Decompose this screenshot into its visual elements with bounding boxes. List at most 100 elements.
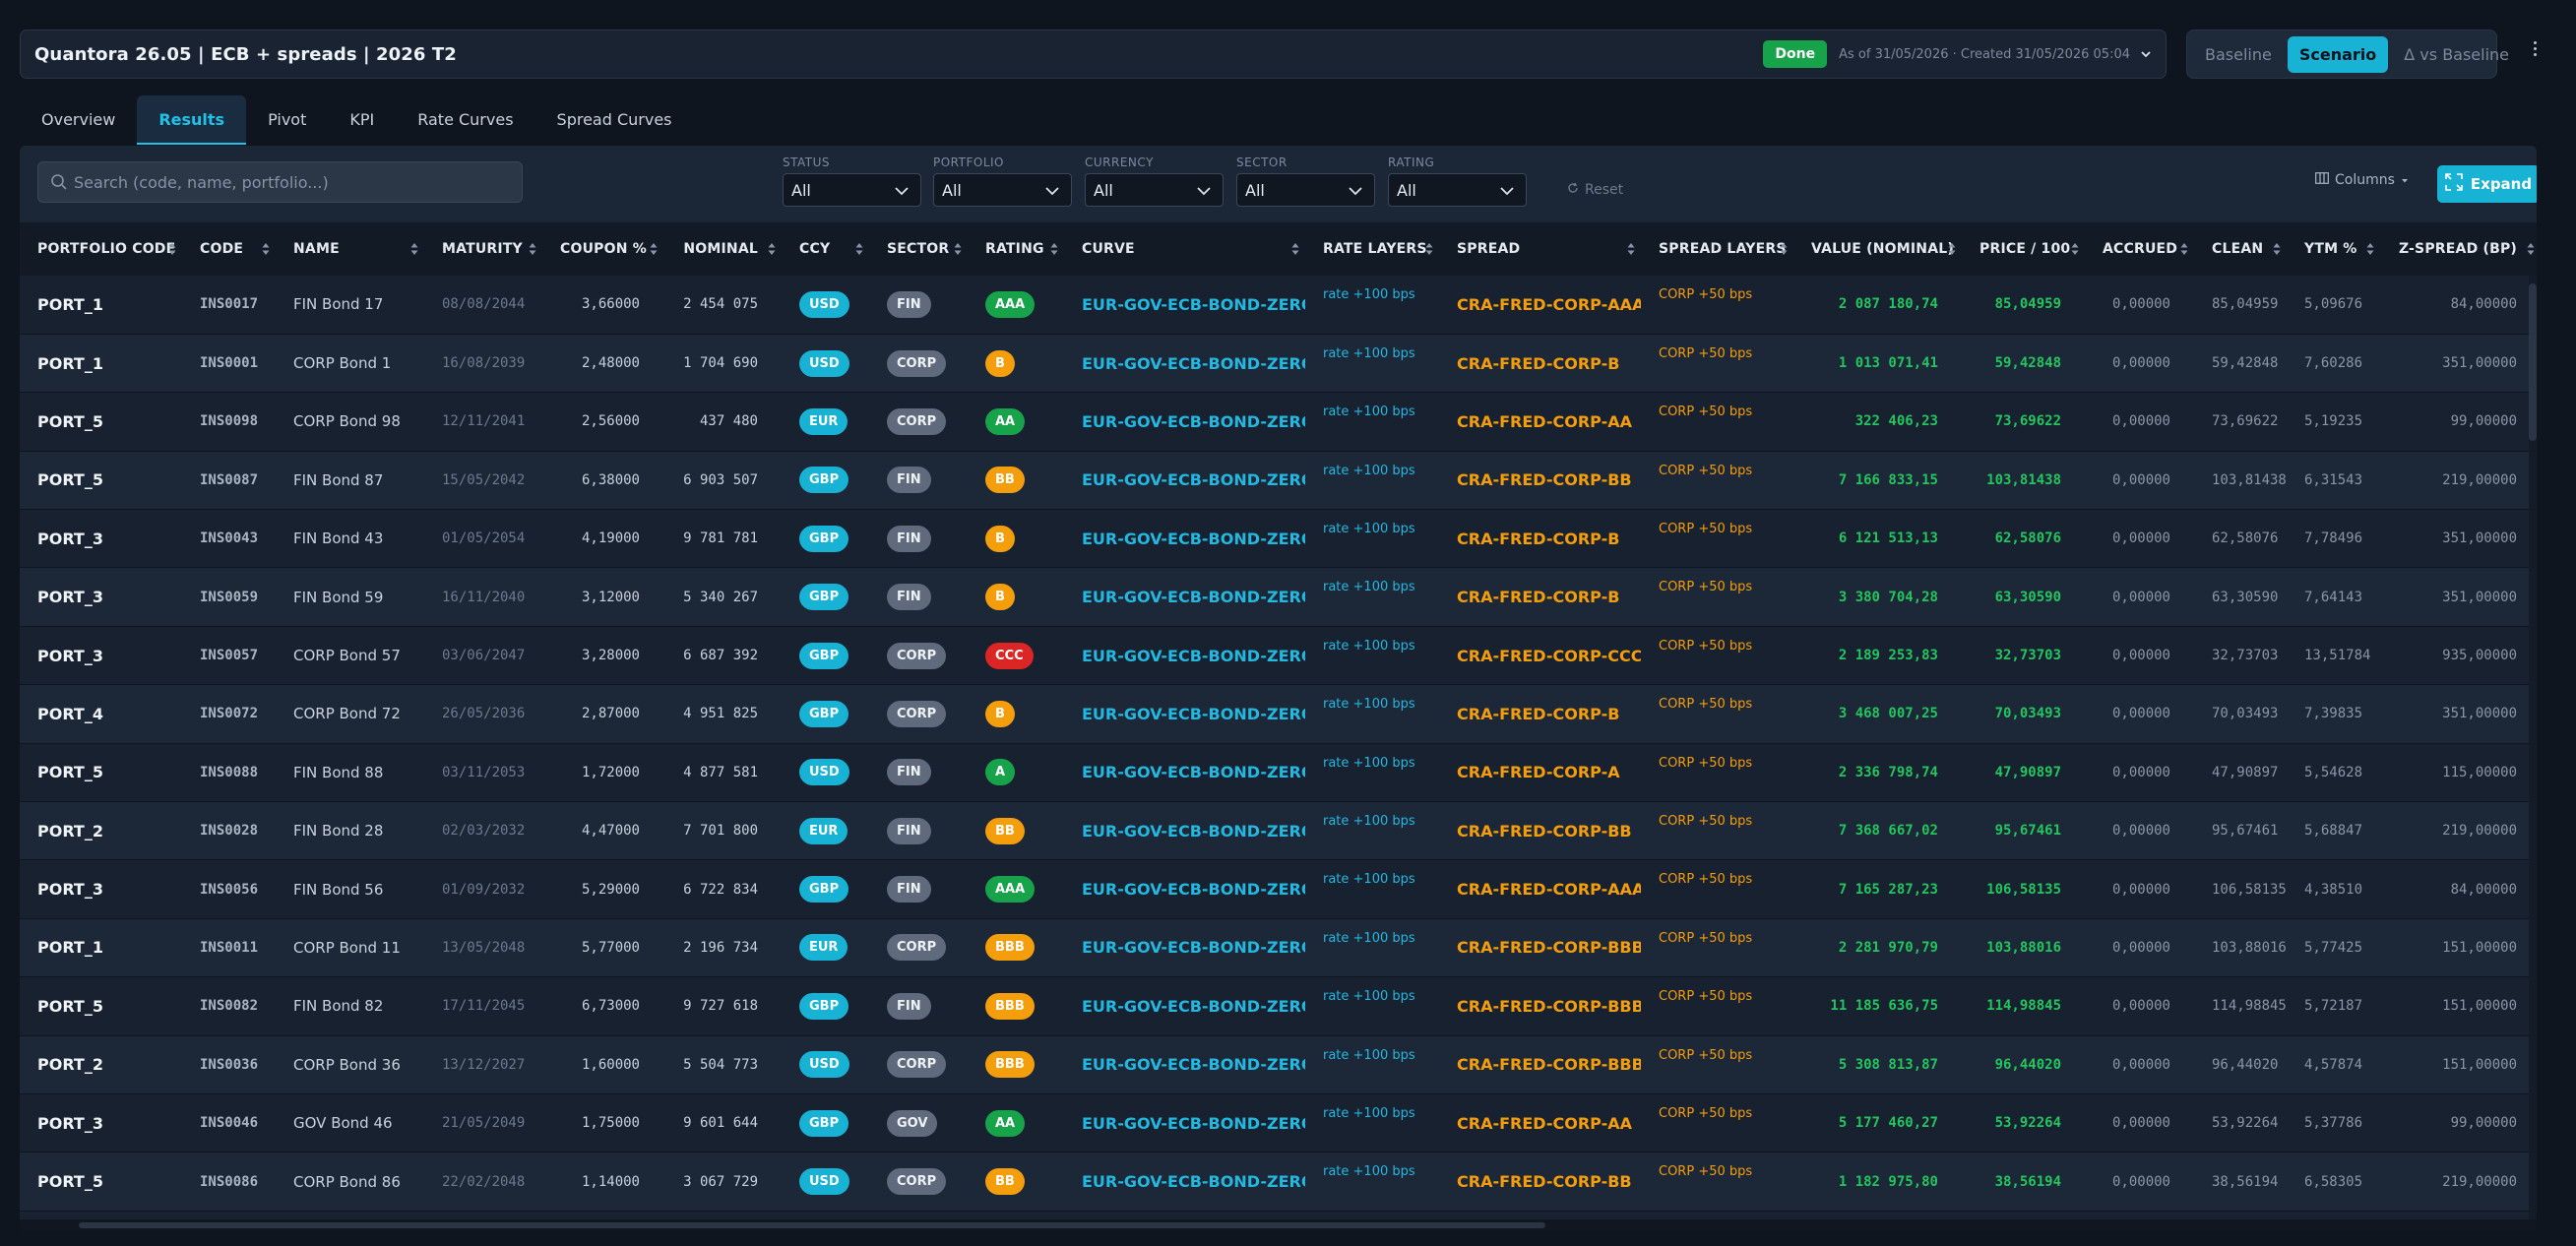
spread-cell[interactable]: CRA-FRED-CORP-B xyxy=(1439,509,1641,569)
table-row[interactable]: PORT_1 INS0001 CORP Bond 1 16/08/2039 2,4800… xyxy=(20,334,2537,394)
curve-cell[interactable]: EUR-GOV-ECB-BOND-ZERO xyxy=(1064,1035,1305,1094)
rating-select[interactable]: All xyxy=(1388,173,1527,207)
table-row[interactable]: PORT_5 INS0098 CORP Bond 98 12/11/2041 2,560… xyxy=(20,392,2537,452)
curve-cell[interactable]: EUR-GOV-ECB-BOND-ZERO xyxy=(1064,1093,1305,1153)
table-row[interactable]: PORT_5 INS0088 FIN Bond 88 03/11/2053 1,7200… xyxy=(20,743,2537,803)
curve-cell[interactable]: EUR-GOV-ECB-BOND-ZERO xyxy=(1064,626,1305,686)
currency-select[interactable]: All xyxy=(1085,173,1224,207)
columns-button[interactable]: Columns xyxy=(2315,172,2409,188)
curve-cell[interactable]: EUR-GOV-ECB-BOND-ZERO xyxy=(1064,392,1305,452)
spread-cell[interactable]: CRA-FRED-CORP-AAA xyxy=(1439,276,1641,335)
column-header-rate-layers[interactable]: RATE LAYERS xyxy=(1305,222,1439,276)
sort-icon[interactable] xyxy=(1948,242,1956,256)
search-input[interactable] xyxy=(74,172,507,192)
table-row[interactable]: PORT_3 INS0043 FIN Bond 43 01/05/2054 4,1900… xyxy=(20,509,2537,569)
sort-icon[interactable] xyxy=(2527,242,2535,256)
spread-cell[interactable]: CRA-FRED-CORP-A xyxy=(1439,743,1641,803)
sort-icon[interactable] xyxy=(1780,242,1788,256)
spread-cell[interactable]: CRA-FRED-CORP-BBB xyxy=(1439,918,1641,978)
column-header-ccy[interactable]: CCY xyxy=(782,222,869,276)
column-header-nominal[interactable]: NOMINAL xyxy=(663,222,782,276)
table-row[interactable]: PORT_4 INS0072 CORP Bond 72 26/05/2036 2,870… xyxy=(20,684,2537,744)
sort-icon[interactable] xyxy=(262,242,270,256)
sort-icon[interactable] xyxy=(1627,242,1635,256)
tab-overview[interactable]: Overview xyxy=(20,95,137,145)
table-row[interactable]: PORT_1 INS0017 FIN Bond 17 08/08/2044 3,6600… xyxy=(20,276,2537,335)
sort-icon[interactable] xyxy=(855,242,863,256)
column-header-maturity[interactable]: MATURITY xyxy=(424,222,542,276)
mode-baseline[interactable]: Baseline xyxy=(2193,36,2284,73)
curve-cell[interactable]: EUR-GOV-ECB-BOND-ZERO xyxy=(1064,859,1305,919)
spread-cell[interactable]: CRA-FRED-CORP-B xyxy=(1439,684,1641,744)
chevron-down-icon[interactable] xyxy=(2140,48,2152,60)
tab-pivot[interactable]: Pivot xyxy=(246,95,328,145)
curve-cell[interactable]: EUR-GOV-ECB-BOND-ZERO xyxy=(1064,684,1305,744)
spread-cell[interactable]: CRA-FRED-CORP-BB xyxy=(1439,1152,1641,1212)
sort-icon[interactable] xyxy=(2366,242,2374,256)
sort-icon[interactable] xyxy=(954,242,962,256)
horizontal-scrollbar[interactable] xyxy=(20,1219,2537,1231)
table-row[interactable]: PORT_3 INS0057 CORP Bond 57 03/06/2047 3,280… xyxy=(20,626,2537,686)
column-header-coupon[interactable]: COUPON % xyxy=(542,222,663,276)
curve-cell[interactable]: EUR-GOV-ECB-BOND-ZERO xyxy=(1064,567,1305,627)
curve-cell[interactable]: EUR-GOV-ECB-BOND-ZERO xyxy=(1064,801,1305,861)
column-header-clean[interactable]: CLEAN xyxy=(2194,222,2287,276)
curve-cell[interactable]: EUR-GOV-ECB-BOND-ZERO xyxy=(1064,976,1305,1036)
column-header-name[interactable]: NAME xyxy=(276,222,424,276)
column-header-portfolio-code[interactable]: PORTFOLIO CODE xyxy=(20,222,182,276)
curve-cell[interactable]: EUR-GOV-ECB-BOND-ZERO xyxy=(1064,918,1305,978)
column-header-rating[interactable]: RATING xyxy=(968,222,1064,276)
spread-cell[interactable]: CRA-FRED-CORP-BB xyxy=(1439,451,1641,511)
table-row[interactable]: PORT_2 INS0028 FIN Bond 28 02/03/2032 4,4700… xyxy=(20,801,2537,861)
spread-cell[interactable]: CRA-FRED-CORP-BBB xyxy=(1439,1035,1641,1094)
column-header-curve[interactable]: CURVE xyxy=(1064,222,1305,276)
spread-cell[interactable]: CRA-FRED-CORP-BBB xyxy=(1439,976,1641,1036)
table-row[interactable]: PORT_1 INS0011 CORP Bond 11 13/05/2048 5,770… xyxy=(20,918,2537,978)
curve-cell[interactable]: EUR-GOV-ECB-BOND-ZERO xyxy=(1064,276,1305,335)
reset-button[interactable]: Reset xyxy=(1567,182,1623,198)
tab-spread-curves[interactable]: Spread Curves xyxy=(535,95,694,145)
search-box[interactable] xyxy=(37,161,523,203)
spread-cell[interactable]: CRA-FRED-CORP-AA xyxy=(1439,392,1641,452)
status-select[interactable]: All xyxy=(783,173,921,207)
curve-cell[interactable]: EUR-GOV-ECB-BOND-ZERO xyxy=(1064,509,1305,569)
table-row[interactable]: PORT_3 INS0056 FIN Bond 56 01/09/2032 5,2900… xyxy=(20,859,2537,919)
column-header-value-nominal[interactable]: VALUE (NOMINAL) xyxy=(1793,222,1962,276)
curve-cell[interactable]: EUR-GOV-ECB-BOND-ZERO xyxy=(1064,1152,1305,1212)
mode-scenario[interactable]: Scenario xyxy=(2287,35,2389,73)
expand-button[interactable]: Expand xyxy=(2437,165,2537,203)
sort-icon[interactable] xyxy=(2273,242,2281,256)
more-menu-icon[interactable] xyxy=(2530,41,2540,67)
column-header-spread[interactable]: SPREAD xyxy=(1439,222,1641,276)
sort-icon[interactable] xyxy=(768,242,776,256)
table-row[interactable]: PORT_2 INS0036 CORP Bond 36 13/12/2027 1,600… xyxy=(20,1035,2537,1094)
sort-icon[interactable] xyxy=(168,242,176,256)
sort-icon[interactable] xyxy=(529,242,536,256)
sort-icon[interactable] xyxy=(1291,242,1299,256)
sort-icon[interactable] xyxy=(2180,242,2188,256)
curve-cell[interactable]: EUR-GOV-ECB-BOND-ZERO xyxy=(1064,334,1305,394)
tab-results[interactable]: Results xyxy=(137,95,247,145)
column-header-code[interactable]: CODE xyxy=(182,222,276,276)
sort-icon[interactable] xyxy=(650,242,658,256)
table-row[interactable]: PORT_5 INS0082 FIN Bond 82 17/11/2045 6,7300… xyxy=(20,976,2537,1036)
column-header-z-spread-bp[interactable]: Z-SPREAD (BP) xyxy=(2380,222,2537,276)
sort-icon[interactable] xyxy=(2071,242,2079,256)
table-row[interactable]: PORT_5 INS0087 FIN Bond 87 15/05/2042 6,3800… xyxy=(20,451,2537,511)
column-header-price-100[interactable]: PRICE / 100 xyxy=(1962,222,2085,276)
column-header-ytm[interactable]: YTM % xyxy=(2287,222,2380,276)
sort-icon[interactable] xyxy=(1425,242,1433,256)
title-bar[interactable]: Quantora 26.05 | ECB + spreads | 2026 T2… xyxy=(20,30,2167,79)
tab-kpi[interactable]: KPI xyxy=(328,95,396,145)
spread-cell[interactable]: CRA-FRED-CORP-BB xyxy=(1439,801,1641,861)
mode-vs-baseline[interactable]: Δ vs Baseline xyxy=(2392,36,2521,73)
sector-select[interactable]: All xyxy=(1236,173,1375,207)
column-header-accrued[interactable]: ACCRUED xyxy=(2085,222,2194,276)
spread-cell[interactable]: CRA-FRED-CORP-CCC xyxy=(1439,626,1641,686)
column-header-spread-layers[interactable]: SPREAD LAYERS xyxy=(1641,222,1793,276)
sort-icon[interactable] xyxy=(410,242,418,256)
sort-icon[interactable] xyxy=(1050,242,1058,256)
spread-cell[interactable]: CRA-FRED-CORP-B xyxy=(1439,334,1641,394)
curve-cell[interactable]: EUR-GOV-ECB-BOND-ZERO xyxy=(1064,743,1305,803)
table-row[interactable]: PORT_5 INS0086 CORP Bond 86 22/02/2048 1,140… xyxy=(20,1152,2537,1212)
